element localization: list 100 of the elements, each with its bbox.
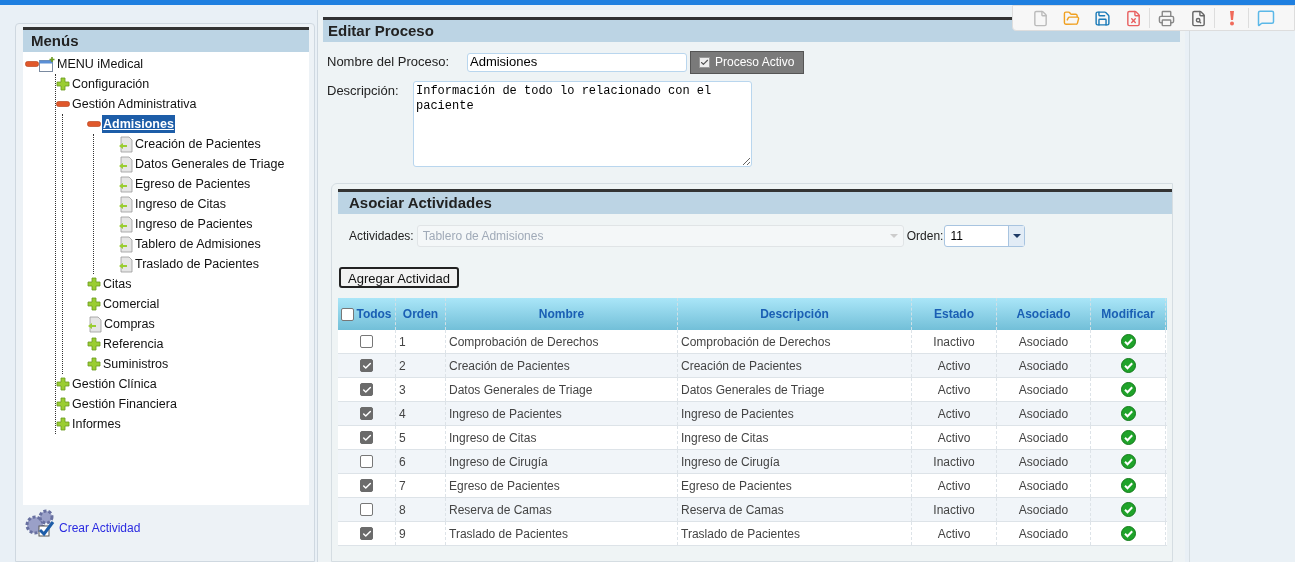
plus-icon[interactable] — [87, 337, 101, 351]
checkbox[interactable] — [341, 307, 355, 321]
checkbox[interactable] — [360, 335, 373, 348]
checkbox[interactable] — [360, 503, 373, 516]
checkbox[interactable] — [360, 407, 373, 420]
table-cell-text: 6 — [399, 453, 406, 471]
check-circle-icon[interactable] — [1120, 358, 1136, 373]
minus-icon[interactable] — [25, 61, 39, 67]
table-cell-text: 8 — [399, 501, 406, 519]
tree-item[interactable]: Admisiones — [102, 114, 175, 134]
active-toggle[interactable]: Proceso Activo — [690, 50, 804, 74]
tree-item[interactable]: Gestión Administrativa — [71, 94, 198, 114]
field-label: Orden: — [906, 228, 944, 245]
check-circle-icon[interactable] — [1120, 430, 1136, 445]
table-cell-text: Asociado — [1018, 405, 1069, 423]
table-cell-text: 5 — [399, 429, 406, 447]
create-activity-link[interactable]: Crear Actividad — [59, 519, 141, 537]
checkbox[interactable] — [360, 431, 373, 444]
minus-icon[interactable] — [56, 101, 70, 107]
tree-item[interactable]: Citas — [102, 274, 133, 294]
tree-item[interactable]: Tablero de Admisiones — [134, 234, 262, 254]
save-icon[interactable] — [1094, 9, 1112, 27]
tree-item[interactable]: Traslado de Pacientes — [134, 254, 260, 274]
order-dropdown[interactable]: 11 — [944, 225, 1026, 247]
tree-item[interactable]: MENU iMedical — [56, 54, 145, 74]
plus-icon[interactable] — [87, 277, 101, 291]
check-icon — [700, 57, 709, 67]
description-field[interactable]: Información de todo lo relacionado con el paciente — [413, 81, 752, 167]
window-icon — [39, 56, 55, 72]
exclamation-icon[interactable] — [1228, 10, 1235, 26]
tree-item[interactable]: Suministros — [102, 354, 170, 374]
table-cell-text: Inactivo — [933, 333, 975, 351]
add-activity-button[interactable]: Agregar Actividad — [339, 267, 459, 288]
table-cell-text: Inactivo — [933, 453, 975, 471]
field-label: Actividades: — [349, 228, 414, 245]
table-cell-text: 4 — [399, 405, 406, 423]
gears-icon[interactable] — [25, 508, 55, 538]
delete-page-icon[interactable] — [1125, 9, 1143, 27]
table-cell-text: Comprobación de Derechos — [449, 333, 599, 351]
check-circle-icon[interactable] — [1120, 502, 1136, 517]
tree-item[interactable]: Gestión Clínica — [71, 374, 158, 394]
tree-item[interactable]: Creación de Pacientes — [134, 134, 262, 154]
table-cell-text: Ingreso de Pacientes — [449, 405, 562, 423]
tree-item[interactable]: Gestión Financiera — [71, 394, 178, 414]
tree-item[interactable]: Egreso de Pacientes — [134, 174, 252, 194]
check-circle-icon[interactable] — [1120, 478, 1136, 493]
plus-icon[interactable] — [87, 297, 101, 311]
table-cell-text: Activo — [937, 477, 971, 495]
tree-item[interactable]: Datos Generales de Triage — [134, 154, 286, 174]
field-label: Nombre del Proceso: — [327, 53, 451, 72]
check-icon — [361, 360, 372, 371]
table-cell-text: Egreso de Pacientes — [681, 477, 792, 495]
tree-item[interactable]: Compras — [103, 314, 156, 334]
table-cell-text: Activo — [937, 381, 971, 399]
page-icon — [118, 155, 133, 173]
table-cell-text: Activo — [937, 357, 971, 375]
page-icon — [118, 175, 133, 193]
print-icon[interactable] — [1158, 9, 1176, 27]
table-cell-text: Reserva de Camas — [449, 501, 552, 519]
tree-item[interactable]: Comercial — [102, 294, 161, 314]
tree-item[interactable]: Configuración — [71, 74, 151, 94]
plus-icon[interactable] — [56, 377, 70, 391]
table-cell-text: Creación de Pacientes — [449, 357, 570, 375]
panel-header: Menús — [23, 30, 309, 52]
tree-item[interactable]: Referencia — [102, 334, 165, 354]
table-cell-text: Datos Generales de Triage — [449, 381, 593, 399]
page-icon — [87, 315, 102, 333]
check-circle-icon[interactable] — [1120, 454, 1136, 469]
table-cell-text: Datos Generales de Triage — [681, 381, 825, 399]
check-circle-icon[interactable] — [1120, 526, 1136, 541]
plus-icon[interactable] — [56, 417, 70, 431]
page-icon — [118, 135, 133, 153]
table-cell-text: Asociado — [1018, 357, 1069, 375]
table-cell-text: 3 — [399, 381, 406, 399]
checkbox[interactable] — [360, 527, 373, 540]
tree-item[interactable]: Informes — [71, 414, 122, 434]
plus-icon[interactable] — [87, 357, 101, 371]
table-cell-text: Asociado — [1018, 477, 1069, 495]
table-cell-text: Reserva de Camas — [681, 501, 784, 519]
check-icon — [361, 384, 372, 395]
plus-icon[interactable] — [56, 77, 70, 91]
minus-icon[interactable] — [87, 121, 101, 127]
table-cell-text: 9 — [399, 525, 406, 543]
tree-item[interactable]: Ingreso de Citas — [134, 194, 228, 214]
check-circle-icon[interactable] — [1120, 382, 1136, 397]
checkbox[interactable] — [360, 383, 373, 396]
preview-icon[interactable] — [1190, 9, 1208, 27]
table-cell-text: Ingreso de Cirugía — [681, 453, 780, 471]
checkbox[interactable] — [360, 359, 373, 372]
check-circle-icon[interactable] — [1120, 406, 1136, 421]
table-cell-text: Activo — [937, 525, 971, 543]
checkbox[interactable] — [360, 455, 373, 468]
plus-icon[interactable] — [56, 397, 70, 411]
check-circle-icon[interactable] — [1120, 334, 1136, 349]
table-cell-text: Activo — [937, 405, 971, 423]
checkbox[interactable] — [360, 479, 373, 492]
tree-item[interactable]: Ingreso de Pacientes — [134, 214, 254, 234]
page-icon — [118, 235, 133, 253]
name-field[interactable]: Admisiones — [467, 52, 687, 72]
caret-icon — [1012, 234, 1021, 238]
